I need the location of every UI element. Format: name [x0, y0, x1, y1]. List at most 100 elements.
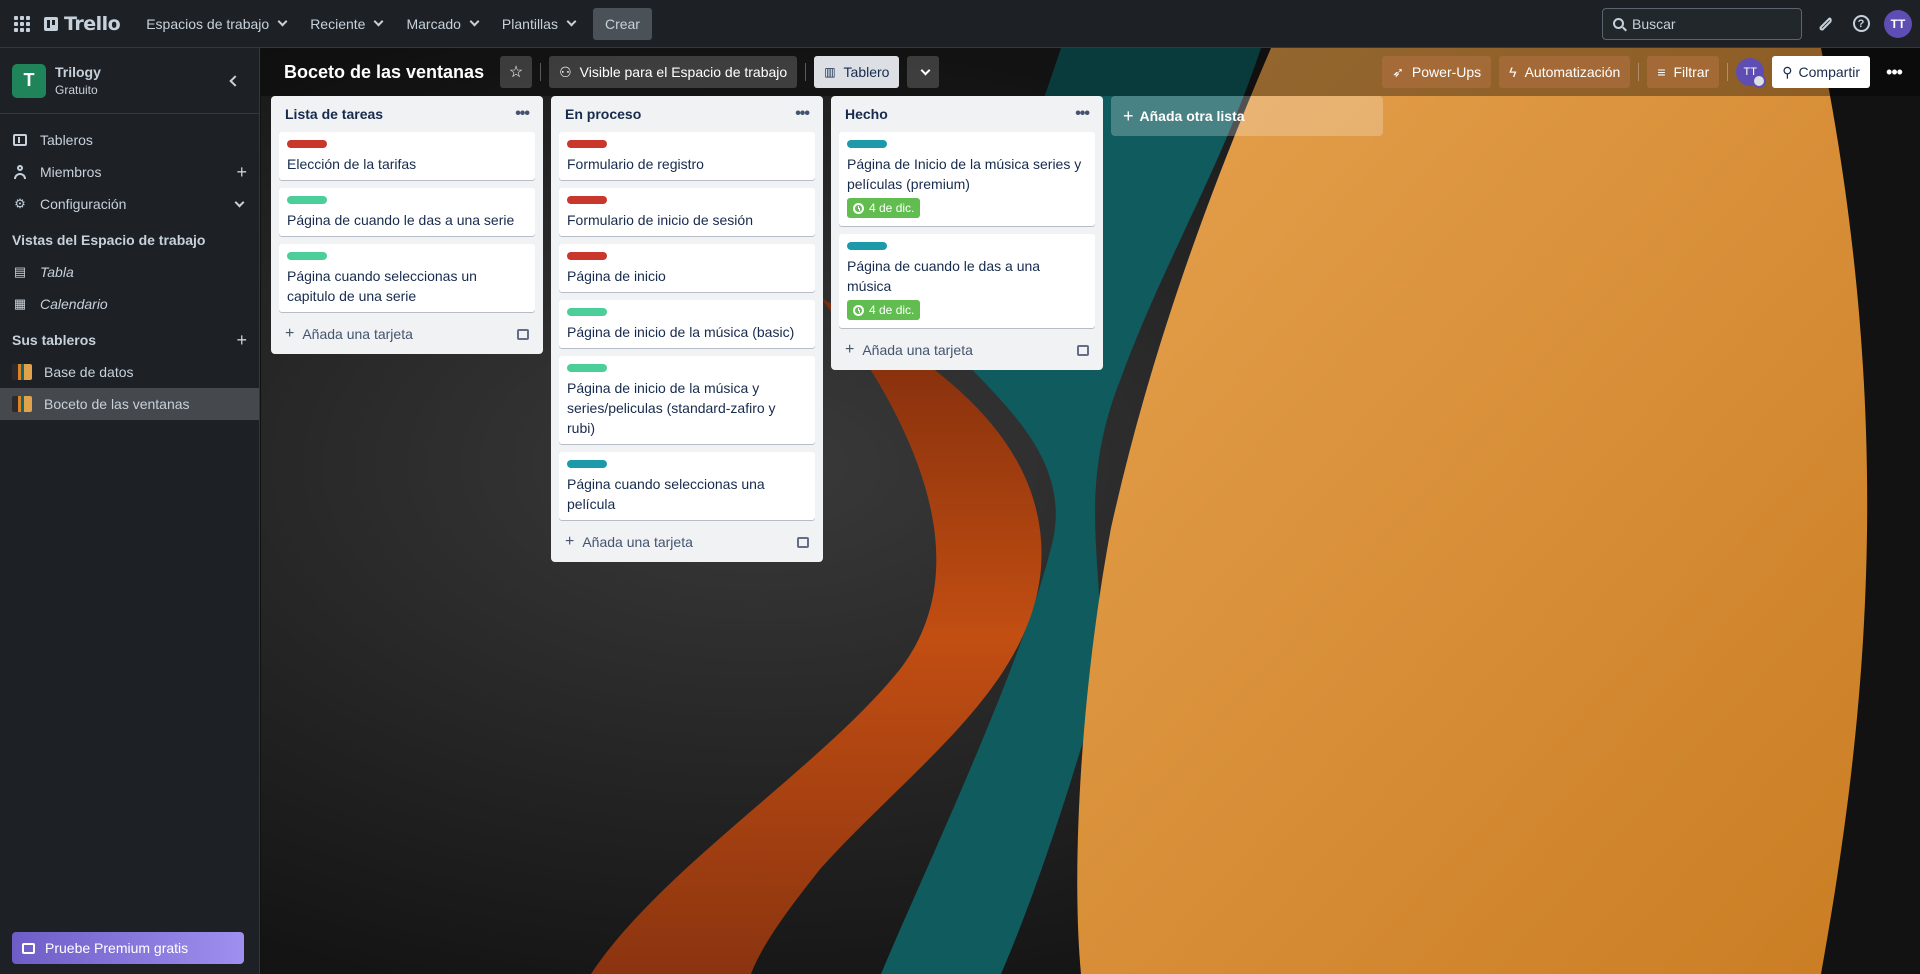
- card-template-icon[interactable]: [1077, 344, 1089, 356]
- trello-logo-text: Trello: [64, 12, 121, 35]
- card[interactable]: Página cuando seleccionas un capitulo de…: [279, 244, 535, 312]
- board-view-label: Tablero: [843, 64, 890, 80]
- list-title[interactable]: Hecho: [845, 106, 888, 122]
- list-title[interactable]: Lista de tareas: [285, 106, 383, 122]
- card[interactable]: Página de inicio: [559, 244, 815, 292]
- search-placeholder: Buscar: [1632, 15, 1676, 32]
- card[interactable]: Elección de la tarifas: [279, 132, 535, 180]
- clock-icon: [853, 202, 864, 214]
- list-actions-icon[interactable]: •••: [795, 105, 810, 123]
- board-view-button[interactable]: ▥ Tablero: [814, 56, 900, 88]
- automation-button[interactable]: ϟ Automatización: [1499, 56, 1631, 88]
- due-date-badge[interactable]: 4 de dic.: [847, 198, 921, 218]
- create-button[interactable]: Crear: [592, 7, 652, 40]
- try-premium-button[interactable]: Pruebe Premium gratis: [12, 932, 244, 964]
- add-person-icon: ⚲: [1782, 63, 1793, 80]
- chevron-down-icon: [469, 16, 480, 27]
- plus-icon: +: [285, 325, 295, 342]
- sidebar-item-table-view[interactable]: ▤ Tabla: [0, 256, 259, 288]
- filter-button[interactable]: ≡ Filtrar: [1647, 56, 1720, 88]
- visibility-button[interactable]: ⚇ Visible para el Espacio de trabajo: [549, 56, 798, 88]
- card[interactable]: Página de Inicio de la música series y p…: [839, 132, 1095, 226]
- card[interactable]: Página de cuando le das a una música 4 d…: [839, 234, 1095, 328]
- card-label: [287, 196, 327, 204]
- add-member-icon[interactable]: +: [236, 162, 247, 183]
- board-menu-icon[interactable]: •••: [1878, 56, 1910, 88]
- sidebar-board-base-de-datos[interactable]: Base de datos: [0, 356, 259, 388]
- list-header[interactable]: Lista de tareas •••: [279, 96, 535, 132]
- board-thumbnail: [12, 364, 32, 380]
- card-template-icon[interactable]: [797, 536, 809, 548]
- notifications-icon[interactable]: [1812, 11, 1838, 37]
- card-template-icon[interactable]: [517, 328, 529, 340]
- star-board-button[interactable]: ☆: [500, 56, 533, 88]
- help-icon[interactable]: ?: [1848, 11, 1874, 37]
- sidebar-item-calendar-view[interactable]: ▦ Calendario: [0, 288, 259, 320]
- nav-workspaces-label: Espacios de trabajo: [146, 15, 270, 32]
- nav-starred-menu[interactable]: Marcado: [396, 8, 487, 40]
- filter-icon: ≡: [1657, 64, 1666, 80]
- nav-recent-menu[interactable]: Reciente: [300, 8, 392, 40]
- your-boards-heading: Sus tableros +: [0, 324, 259, 356]
- share-button[interactable]: ⚲ Compartir: [1772, 56, 1870, 88]
- card[interactable]: Página de inicio de la música y series/p…: [559, 356, 815, 444]
- card-label: [287, 140, 327, 148]
- share-label: Compartir: [1798, 64, 1860, 80]
- nav-recent-label: Reciente: [310, 15, 366, 32]
- add-card-button[interactable]: + Añada una tarjeta: [279, 320, 535, 348]
- card[interactable]: Formulario de registro: [559, 132, 815, 180]
- app-switcher-icon[interactable]: [10, 12, 34, 36]
- header-divider: [540, 63, 542, 81]
- card[interactable]: Página cuando seleccionas una película: [559, 452, 815, 520]
- add-board-icon[interactable]: +: [236, 330, 247, 351]
- add-list-button[interactable]: + Añada otra lista: [1111, 96, 1383, 136]
- table-icon: ▤: [13, 264, 27, 279]
- workspace-sidebar: T Trilogy Gratuito Tableros Miembros + ⚙…: [0, 48, 260, 974]
- board-title[interactable]: Boceto de las ventanas: [284, 62, 484, 83]
- card-label: [567, 140, 607, 148]
- list-header[interactable]: En proceso •••: [559, 96, 815, 132]
- powerups-button[interactable]: ➶ Power-Ups: [1382, 56, 1492, 88]
- search-input[interactable]: Buscar: [1602, 7, 1802, 40]
- add-list-label: Añada otra lista: [1139, 108, 1245, 124]
- gift-icon: [22, 942, 35, 954]
- sidebar-board-label: Base de datos: [44, 364, 134, 380]
- workspace-plan: Gratuito: [55, 83, 98, 97]
- chevron-down-icon[interactable]: [234, 194, 247, 215]
- list-actions-icon[interactable]: •••: [1075, 105, 1090, 123]
- workspace-header: T Trilogy Gratuito: [0, 48, 259, 114]
- top-navigation-bar: Trello Espacios de trabajo Reciente Marc…: [0, 0, 1920, 48]
- sidebar-board-boceto[interactable]: Boceto de las ventanas: [0, 388, 259, 420]
- lightning-icon: ϟ: [1509, 64, 1517, 80]
- card-label: [567, 252, 607, 260]
- sidebar-item-members[interactable]: Miembros +: [0, 156, 259, 188]
- nav-templates-menu[interactable]: Plantillas: [492, 8, 585, 40]
- view-switcher-button[interactable]: [907, 56, 940, 88]
- sidebar-item-boards[interactable]: Tableros: [0, 124, 259, 156]
- list-actions-icon[interactable]: •••: [515, 105, 530, 123]
- card-label: [847, 242, 887, 250]
- trello-logo[interactable]: Trello: [44, 12, 121, 35]
- card-label: [567, 196, 607, 204]
- list-title[interactable]: En proceso: [565, 106, 641, 122]
- collapse-sidebar-icon[interactable]: [223, 69, 247, 93]
- card[interactable]: Formulario de inicio de sesión: [559, 188, 815, 236]
- add-card-button[interactable]: + Añada una tarjeta: [839, 336, 1095, 364]
- due-date-label: 4 de dic.: [869, 303, 915, 317]
- card[interactable]: Página de cuando le das a una serie: [279, 188, 535, 236]
- try-premium-label: Pruebe Premium gratis: [45, 940, 189, 956]
- list-header[interactable]: Hecho •••: [839, 96, 1095, 132]
- board-member-avatar[interactable]: TT: [1736, 58, 1767, 88]
- add-card-button[interactable]: + Añada una tarjeta: [559, 528, 815, 556]
- due-date-label: 4 de dic.: [869, 201, 915, 215]
- card-title: Elección de la tarifas: [287, 156, 417, 172]
- card-title: Página de inicio de la música (basic): [567, 324, 795, 340]
- nav-workspaces-menu[interactable]: Espacios de trabajo: [136, 8, 296, 40]
- sidebar-item-settings[interactable]: ⚙ Configuración: [0, 188, 259, 220]
- user-avatar[interactable]: TT: [1884, 9, 1912, 38]
- sidebar-item-label: Calendario: [40, 296, 108, 312]
- card-label: [847, 140, 887, 148]
- card[interactable]: Página de inicio de la música (basic): [559, 300, 815, 348]
- list-column: En proceso ••• Formulario de registro Fo…: [551, 96, 823, 562]
- due-date-badge[interactable]: 4 de dic.: [847, 300, 921, 320]
